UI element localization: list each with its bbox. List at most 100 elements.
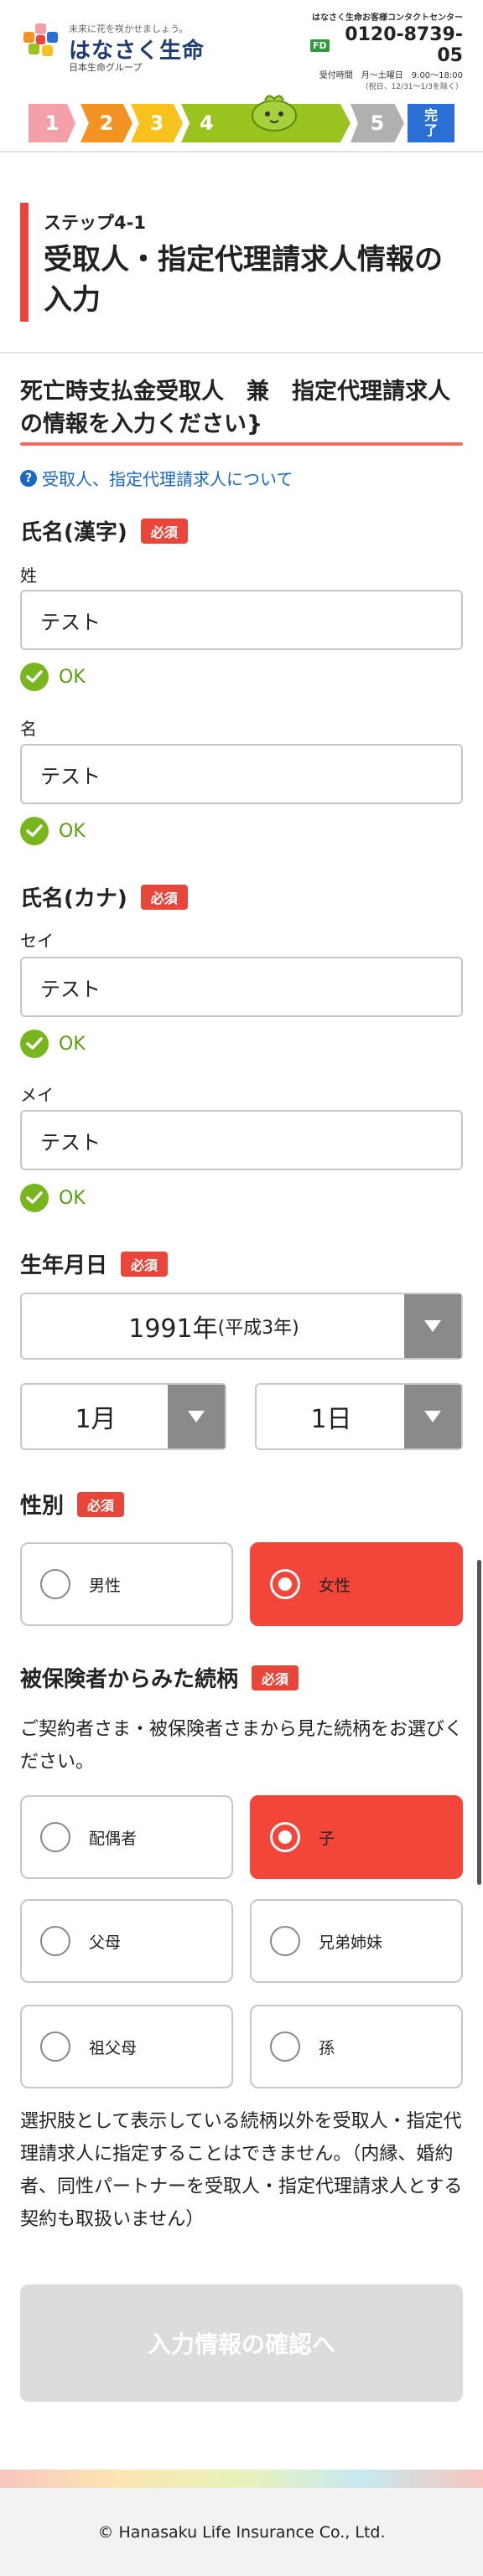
relationship-option-parents[interactable]: 父母 — [20, 1899, 233, 1983]
relationship-option-spouse[interactable]: 配偶者 — [20, 1795, 233, 1879]
mei-kanji-label: 名 — [20, 719, 37, 739]
relationship-instruction: ご契約者さま・被保険者さまから見た続柄をお選びください。 — [20, 1719, 464, 1773]
chevron-down-icon — [404, 1294, 461, 1358]
sei-kanji-input[interactable]: テスト — [20, 590, 463, 650]
contact-hours: 受付時間 月〜土曜日 9:00〜18:00 — [319, 71, 463, 80]
ok-text: OK — [59, 666, 86, 688]
check-icon — [20, 1184, 49, 1212]
check-icon — [20, 1030, 49, 1058]
relationship-option-label: 父母 — [89, 1933, 122, 1952]
birthdate-label: 生年月日 必須 — [20, 1248, 169, 1279]
contact-center: はなさく生命お客様コンタクトセンター FD 0120-8739-05 受付時間 … — [310, 10, 463, 91]
mei-kanji-input[interactable]: テスト — [20, 744, 463, 804]
help-link-text: 受取人、指定代理請求人について — [42, 469, 293, 489]
section-heading: 死亡時支払金受取人 兼 指定代理請求人の情報を入力ください} — [20, 379, 450, 437]
step-2-label: 2 — [99, 111, 114, 135]
contact-phone[interactable]: 0120-8739-05 — [333, 24, 463, 66]
gender-label-text: 性別 — [20, 1494, 65, 1519]
required-badge: 必須 — [252, 1665, 299, 1691]
contact-title: はなさく生命お客様コンタクトセンター — [312, 13, 463, 23]
radio-icon — [40, 1569, 70, 1599]
birth-day-value: 1日 — [310, 1405, 352, 1434]
sei-kanji-ok: OK — [20, 663, 86, 691]
step-progress-bar: 1 2 3 4 5 完了 — [0, 80, 483, 157]
ok-text: OK — [59, 1033, 86, 1055]
required-badge: 必須 — [121, 1251, 169, 1277]
sei-kana-input[interactable]: テスト — [20, 957, 463, 1017]
birth-year-era: (平成3年) — [217, 1318, 299, 1339]
mascot-icon — [252, 95, 297, 132]
birth-year-text: 1991年 — [128, 1314, 218, 1344]
relationship-option-child[interactable]: 子 — [250, 1795, 463, 1879]
step-complete-label: 完了 — [423, 107, 438, 138]
mei-kana-label: メイ — [20, 1085, 54, 1105]
step-3-label: 3 — [149, 111, 164, 135]
relationship-option-label: 兄弟姉妹 — [319, 1933, 383, 1952]
step-complete: 完了 — [408, 104, 454, 142]
gender-option-label: 男性 — [89, 1576, 122, 1595]
check-icon — [20, 663, 49, 691]
gender-option-label: 女性 — [319, 1576, 351, 1595]
step-4-label: 4 — [200, 111, 214, 135]
radio-icon — [40, 1926, 70, 1956]
relationship-option-label: 配偶者 — [89, 1829, 138, 1848]
site-header: 未来に花を咲かせましょう。 はなさく生命 日本生命グループ はなさく生命お客様コ… — [0, 0, 483, 91]
birth-year-select[interactable]: 1991年 (平成3年) — [20, 1293, 463, 1360]
relationship-option-grandchild[interactable]: 孫 — [250, 2005, 463, 2088]
radio-selected-icon — [270, 1569, 300, 1599]
sei-kanji-label: 姓 — [20, 565, 37, 586]
step-3: 3 — [131, 104, 183, 142]
relationship-label-text: 被保険者からみた続柄 — [20, 1667, 239, 1692]
freedial-icon: FD — [310, 39, 330, 52]
sei-kana-label: セイ — [20, 931, 54, 951]
mei-kana-input[interactable]: テスト — [20, 1110, 463, 1170]
mei-kanji-ok: OK — [20, 817, 86, 845]
decorative-band — [0, 2470, 483, 2488]
chevron-down-icon — [168, 1385, 225, 1448]
radio-icon — [270, 2031, 300, 2062]
group-name: 日本生命グループ — [69, 62, 143, 73]
ok-text: OK — [59, 820, 86, 842]
gender-option-male[interactable]: 男性 — [20, 1542, 233, 1626]
relationship-option-label: 孫 — [319, 2038, 335, 2057]
required-badge: 必須 — [140, 884, 188, 910]
stepbar-divider — [0, 151, 483, 152]
question-icon: ? — [20, 469, 37, 487]
relationship-option-label: 子 — [319, 1829, 335, 1848]
gender-option-female[interactable]: 女性 — [250, 1542, 463, 1626]
scrollbar[interactable] — [477, 1560, 481, 1885]
radio-icon — [40, 1822, 70, 1852]
birth-year-value: 1991年 (平成3年) — [22, 1294, 406, 1358]
relationship-option-grandparents[interactable]: 祖父母 — [20, 2005, 233, 2088]
birthdate-label-text: 生年月日 — [20, 1253, 108, 1278]
help-link[interactable]: ? 受取人、指定代理請求人について — [20, 466, 293, 490]
sei-kana-ok: OK — [20, 1030, 86, 1058]
step-5: 5 — [351, 104, 404, 142]
radio-selected-icon — [270, 1822, 300, 1852]
birth-month-value: 1月 — [75, 1405, 117, 1434]
relationship-option-label: 祖父母 — [89, 2038, 138, 2057]
mei-kana-ok: OK — [20, 1184, 86, 1212]
page-title: 受取人・指定代理請求人情報の入力 — [44, 243, 443, 317]
chevron-down-icon — [404, 1385, 461, 1448]
step-2: 2 — [80, 104, 132, 142]
name-kana-label: 氏名(カナ) 必須 — [20, 881, 188, 912]
contact-phone-row: FD 0120-8739-05 — [310, 24, 463, 66]
relationship-note: 選択肢として表示している続柄以外を受取人・指定代理請求人に指定することはできませ… — [20, 2111, 463, 2230]
birth-month-select[interactable]: 1月 — [20, 1383, 226, 1450]
flower-logo-icon — [23, 23, 58, 56]
title-block: ステップ4-1 受取人・指定代理請求人情報の入力 — [20, 203, 463, 322]
required-badge: 必須 — [77, 1491, 125, 1517]
company-logo[interactable]: 未来に花を咲かせましょう。 はなさく生命 日本生命グループ — [22, 12, 204, 73]
name-kanji-label-text: 氏名(漢字) — [20, 520, 127, 545]
required-badge: 必須 — [140, 518, 188, 544]
section-underline — [20, 442, 463, 446]
relationship-option-siblings[interactable]: 兄弟姉妹 — [250, 1899, 463, 1983]
relationship-label: 被保険者からみた続柄 必須 — [20, 1662, 299, 1693]
confirm-button[interactable]: 入力情報の確認へ — [20, 2284, 463, 2402]
birth-day-select[interactable]: 1日 — [255, 1383, 463, 1450]
step-1-label: 1 — [44, 111, 60, 135]
radio-icon — [270, 1926, 300, 1956]
step-1: 1 — [29, 104, 75, 142]
title-divider — [0, 352, 483, 354]
